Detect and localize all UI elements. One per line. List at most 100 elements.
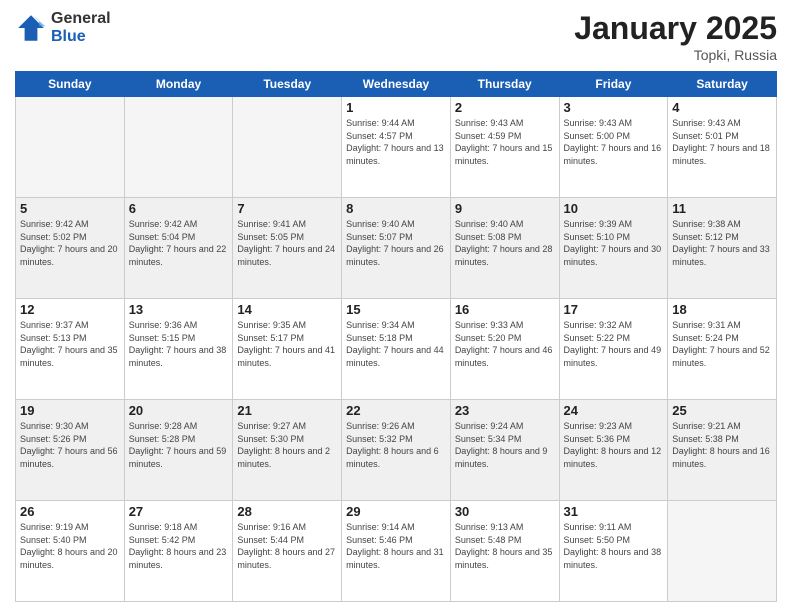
day-info: Sunrise: 9:41 AM Sunset: 5:05 PM Dayligh…: [237, 218, 337, 268]
logo-blue-text: Blue: [51, 28, 111, 46]
calendar-week-row: 26Sunrise: 9:19 AM Sunset: 5:40 PM Dayli…: [16, 501, 777, 602]
table-row: 2 Sunrise: 9:43 AM Sunset: 4:59 PM Daylig…: [450, 97, 559, 198]
table-row: 22Sunrise: 9:26 AM Sunset: 5:32 PM Dayli…: [342, 400, 451, 501]
day-number: 21: [237, 403, 337, 418]
table-row: 13Sunrise: 9:36 AM Sunset: 5:15 PM Dayli…: [124, 299, 233, 400]
table-row: 6Sunrise: 9:42 AM Sunset: 5:04 PM Daylig…: [124, 198, 233, 299]
day-number: 5: [20, 201, 120, 216]
table-row: 25 Sunrise: 9:21 AM Sunset: 5:38 PM Dayli…: [668, 400, 777, 501]
table-row: 1Sunrise: 9:44 AM Sunset: 4:57 PM Daylig…: [342, 97, 451, 198]
table-row: 12Sunrise: 9:37 AM Sunset: 5:13 PM Dayli…: [16, 299, 125, 400]
title-block: January 2025 Topki, Russia: [574, 10, 777, 63]
table-row: 24Sunrise: 9:23 AM Sunset: 5:36 PM Dayli…: [559, 400, 668, 501]
day-info: Sunrise: 9:18 AM Sunset: 5:42 PM Dayligh…: [129, 521, 229, 571]
col-saturday: Saturday: [668, 72, 777, 97]
day-info: Sunrise: 9:16 AM Sunset: 5:44 PM Dayligh…: [237, 521, 337, 571]
table-row: 27 Sunrise: 9:18 AM Sunset: 5:42 PM Dayli…: [124, 501, 233, 602]
day-number: 8: [346, 201, 446, 216]
col-wednesday: Wednesday: [342, 72, 451, 97]
table-row: 5 Sunrise: 9:42 AM Sunset: 5:02 PM Daylig…: [16, 198, 125, 299]
page: General Blue January 2025 Topki, Russia …: [0, 0, 792, 612]
day-number: 31: [564, 504, 664, 519]
logo-text: General Blue: [51, 10, 111, 45]
day-number: 27: [129, 504, 229, 519]
day-number: 2: [455, 100, 555, 115]
table-row: [124, 97, 233, 198]
day-info: Sunrise: 9:40 AM Sunset: 5:07 PM Dayligh…: [346, 218, 446, 268]
table-row: 7 Sunrise: 9:41 AM Sunset: 5:05 PM Daylig…: [233, 198, 342, 299]
col-friday: Friday: [559, 72, 668, 97]
day-number: 11: [672, 201, 772, 216]
calendar-table: Sunday Monday Tuesday Wednesday Thursday…: [15, 71, 777, 602]
day-info: Sunrise: 9:42 AM Sunset: 5:02 PM Dayligh…: [20, 218, 120, 268]
day-info: Sunrise: 9:39 AM Sunset: 5:10 PM Dayligh…: [564, 218, 664, 268]
table-row: 28 Sunrise: 9:16 AM Sunset: 5:44 PM Dayli…: [233, 501, 342, 602]
day-number: 4: [672, 100, 772, 115]
table-row: 30Sunrise: 9:13 AM Sunset: 5:48 PM Dayli…: [450, 501, 559, 602]
table-row: 11Sunrise: 9:38 AM Sunset: 5:12 PM Dayli…: [668, 198, 777, 299]
table-row: 31Sunrise: 9:11 AM Sunset: 5:50 PM Dayli…: [559, 501, 668, 602]
day-number: 28: [237, 504, 337, 519]
header: General Blue January 2025 Topki, Russia: [15, 10, 777, 63]
table-row: 3 Sunrise: 9:43 AM Sunset: 5:00 PM Daylig…: [559, 97, 668, 198]
day-info: Sunrise: 9:31 AM Sunset: 5:24 PM Dayligh…: [672, 319, 772, 369]
day-number: 20: [129, 403, 229, 418]
day-number: 26: [20, 504, 120, 519]
day-info: Sunrise: 9:43 AM Sunset: 5:00 PM Dayligh…: [564, 117, 664, 167]
day-number: 18: [672, 302, 772, 317]
table-row: 16 Sunrise: 9:33 AM Sunset: 5:20 PM Dayli…: [450, 299, 559, 400]
table-row: [668, 501, 777, 602]
col-monday: Monday: [124, 72, 233, 97]
day-info: Sunrise: 9:14 AM Sunset: 5:46 PM Dayligh…: [346, 521, 446, 571]
day-number: 1: [346, 100, 446, 115]
day-info: Sunrise: 9:37 AM Sunset: 5:13 PM Dayligh…: [20, 319, 120, 369]
day-number: 25: [672, 403, 772, 418]
day-info: Sunrise: 9:24 AM Sunset: 5:34 PM Dayligh…: [455, 420, 555, 470]
day-number: 16: [455, 302, 555, 317]
header-row: Sunday Monday Tuesday Wednesday Thursday…: [16, 72, 777, 97]
calendar-week-row: 12Sunrise: 9:37 AM Sunset: 5:13 PM Dayli…: [16, 299, 777, 400]
logo: General Blue: [15, 10, 111, 45]
day-number: 10: [564, 201, 664, 216]
day-info: Sunrise: 9:21 AM Sunset: 5:38 PM Dayligh…: [672, 420, 772, 470]
day-info: Sunrise: 9:33 AM Sunset: 5:20 PM Dayligh…: [455, 319, 555, 369]
day-info: Sunrise: 9:27 AM Sunset: 5:30 PM Dayligh…: [237, 420, 337, 470]
day-info: Sunrise: 9:43 AM Sunset: 5:01 PM Dayligh…: [672, 117, 772, 167]
day-number: 14: [237, 302, 337, 317]
day-info: Sunrise: 9:42 AM Sunset: 5:04 PM Dayligh…: [129, 218, 229, 268]
calendar-week-row: 5 Sunrise: 9:42 AM Sunset: 5:02 PM Daylig…: [16, 198, 777, 299]
table-row: 29Sunrise: 9:14 AM Sunset: 5:46 PM Dayli…: [342, 501, 451, 602]
day-number: 13: [129, 302, 229, 317]
table-row: 20Sunrise: 9:28 AM Sunset: 5:28 PM Dayli…: [124, 400, 233, 501]
day-number: 19: [20, 403, 120, 418]
table-row: 15 Sunrise: 9:34 AM Sunset: 5:18 PM Dayli…: [342, 299, 451, 400]
day-number: 7: [237, 201, 337, 216]
day-number: 23: [455, 403, 555, 418]
table-row: 4 Sunrise: 9:43 AM Sunset: 5:01 PM Daylig…: [668, 97, 777, 198]
day-info: Sunrise: 9:23 AM Sunset: 5:36 PM Dayligh…: [564, 420, 664, 470]
col-sunday: Sunday: [16, 72, 125, 97]
day-info: Sunrise: 9:32 AM Sunset: 5:22 PM Dayligh…: [564, 319, 664, 369]
logo-general-text: General: [51, 10, 111, 28]
day-number: 22: [346, 403, 446, 418]
table-row: 26Sunrise: 9:19 AM Sunset: 5:40 PM Dayli…: [16, 501, 125, 602]
day-number: 15: [346, 302, 446, 317]
table-row: 19Sunrise: 9:30 AM Sunset: 5:26 PM Dayli…: [16, 400, 125, 501]
table-row: 9Sunrise: 9:40 AM Sunset: 5:08 PM Daylig…: [450, 198, 559, 299]
day-info: Sunrise: 9:43 AM Sunset: 4:59 PM Dayligh…: [455, 117, 555, 167]
table-row: 18 Sunrise: 9:31 AM Sunset: 5:24 PM Dayli…: [668, 299, 777, 400]
day-number: 3: [564, 100, 664, 115]
title-month: January 2025: [574, 10, 777, 47]
day-number: 17: [564, 302, 664, 317]
col-thursday: Thursday: [450, 72, 559, 97]
calendar-week-row: 19Sunrise: 9:30 AM Sunset: 5:26 PM Dayli…: [16, 400, 777, 501]
col-tuesday: Tuesday: [233, 72, 342, 97]
table-row: 23 Sunrise: 9:24 AM Sunset: 5:34 PM Dayli…: [450, 400, 559, 501]
table-row: 14Sunrise: 9:35 AM Sunset: 5:17 PM Dayli…: [233, 299, 342, 400]
logo-icon: [15, 12, 47, 44]
table-row: 8 Sunrise: 9:40 AM Sunset: 5:07 PM Daylig…: [342, 198, 451, 299]
day-info: Sunrise: 9:34 AM Sunset: 5:18 PM Dayligh…: [346, 319, 446, 369]
day-info: Sunrise: 9:40 AM Sunset: 5:08 PM Dayligh…: [455, 218, 555, 268]
table-row: 10 Sunrise: 9:39 AM Sunset: 5:10 PM Dayli…: [559, 198, 668, 299]
table-row: 21 Sunrise: 9:27 AM Sunset: 5:30 PM Dayli…: [233, 400, 342, 501]
